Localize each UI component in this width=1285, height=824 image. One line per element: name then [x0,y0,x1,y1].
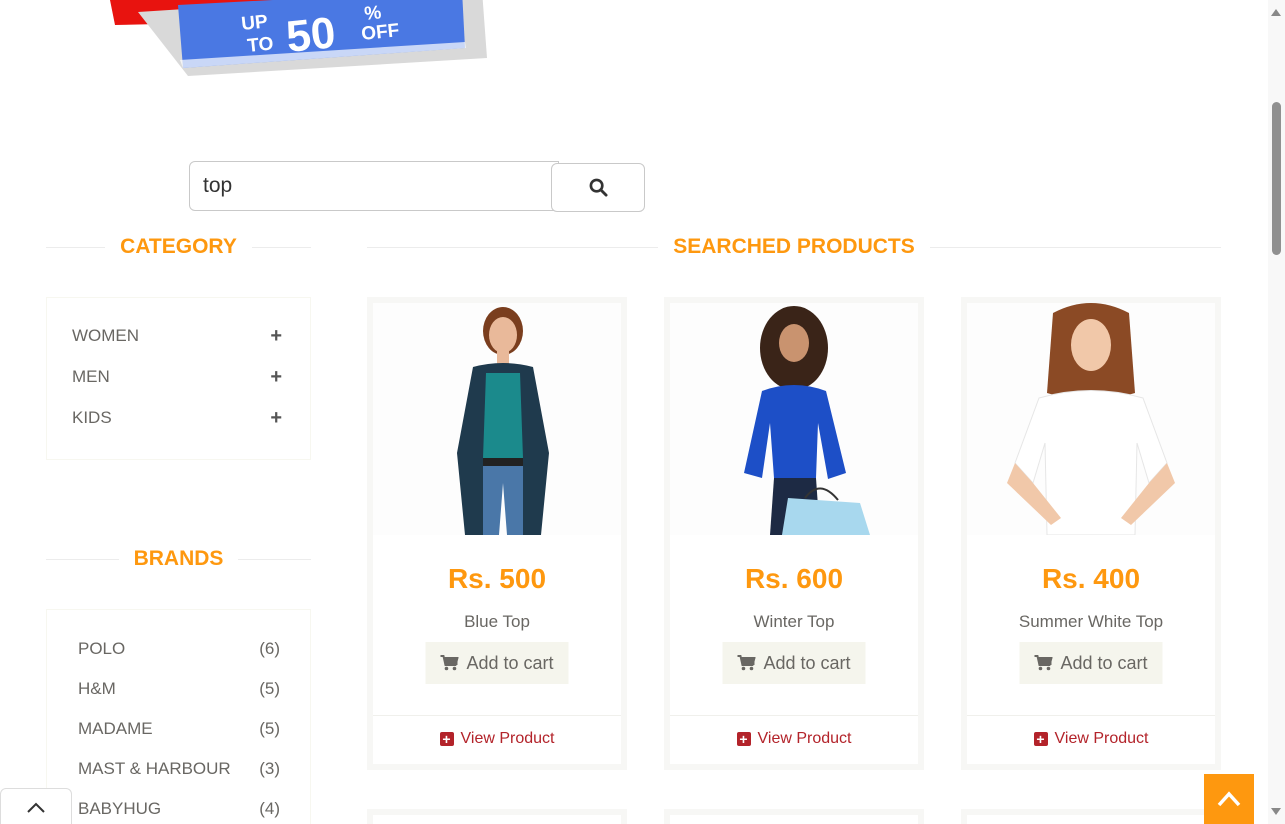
brand-count: (3) [259,759,280,778]
category-item-men[interactable]: MEN + [72,362,282,392]
searched-products-heading: SEARCHED PRODUCTS [658,235,930,259]
product-price: Rs. 400 [1041,563,1141,594]
brand-label: H&M [78,679,116,698]
brand-label: BABYHUG [78,799,162,818]
brand-count: (4) [259,799,280,818]
banner-up-text: UP [240,11,269,35]
collapse-tab[interactable] [0,788,72,824]
product-name: Winter Top [753,612,835,631]
brands-panel: POLO (6) H&M (5) MADAME (5) MAST & HARBO… [46,609,311,824]
searched-products-heading-wrapper: SEARCHED PRODUCTS [367,232,1221,262]
plus-icon[interactable]: + [270,325,282,348]
product-name: Blue Top [464,612,530,631]
add-to-cart-button[interactable]: Add to cart [1019,642,1163,684]
view-product-link[interactable]: + View Product [373,730,621,748]
add-to-cart-button[interactable]: Add to cart [722,642,866,684]
category-label: MEN [72,367,110,386]
brand-count: (5) [259,719,280,738]
search-field-wrapper [189,161,559,211]
add-to-cart-label: Add to cart [763,652,851,673]
view-product-link[interactable]: + View Product [670,730,918,748]
product-card: Rs. 500 Blue Top Add to cart + View Prod… [367,297,627,770]
scroll-thumb[interactable] [1272,102,1281,255]
brand-count: (6) [259,639,280,658]
banner-off-text: OFF [360,20,400,45]
view-product-label: View Product [1054,730,1149,747]
brands-heading: BRANDS [118,547,239,571]
view-product-link[interactable]: + View Product [967,730,1215,748]
brand-count: (5) [259,679,280,698]
search-input[interactable] [190,162,558,210]
add-to-cart-button[interactable]: Add to cart [425,642,569,684]
add-to-cart-label: Add to cart [466,652,554,673]
product-image [373,303,621,535]
sale-banner: UP TO 50 % OFF [110,0,490,85]
product-price: Rs. 500 [447,563,547,594]
category-label: WOMEN [72,326,140,345]
plus-square-icon: + [736,732,751,746]
search-button[interactable] [551,163,645,212]
product-image [967,303,1215,535]
product-card-partial [961,809,1221,824]
card-divider [967,715,1215,716]
brand-item-babyhug[interactable]: BABYHUG (4) [78,795,280,823]
scroll-up-arrow[interactable] [1271,9,1281,16]
scroll-down-arrow[interactable] [1271,808,1281,815]
brand-label: MADAME [78,719,153,738]
cart-icon [737,655,756,671]
product-card: Rs. 400 Summer White Top Add to cart + V… [961,297,1221,770]
brand-item-mast-harbour[interactable]: MAST & HARBOUR (3) [78,755,280,783]
chevron-up-icon [27,802,45,813]
cart-icon [440,655,459,671]
product-card-partial [664,809,924,824]
category-label: KIDS [72,408,112,427]
product-card: Rs. 600 Winter Top Add to cart + View Pr… [664,297,924,770]
banner-big-text: 50 [284,8,338,62]
plus-icon[interactable]: + [270,366,282,389]
brands-heading-wrapper: BRANDS [46,544,311,574]
product-name: Summer White Top [1018,612,1164,631]
brand-label: POLO [78,639,126,658]
product-price: Rs. 600 [744,563,844,594]
cart-icon [1034,655,1053,671]
category-item-kids[interactable]: KIDS + [72,403,282,433]
product-card-partial [367,809,627,824]
card-divider [670,715,918,716]
brand-label: MAST & HARBOUR [78,759,231,778]
chevron-up-icon [1217,791,1241,807]
product-image [670,303,918,535]
brand-item-polo[interactable]: POLO (6) [78,635,280,663]
plus-square-icon: + [439,732,454,746]
brand-item-madame[interactable]: MADAME (5) [78,715,280,743]
banner-to-text: TO [246,33,274,57]
card-divider [373,715,621,716]
plus-square-icon: + [1033,732,1048,746]
add-to-cart-label: Add to cart [1060,652,1148,673]
category-panel: WOMEN + MEN + KIDS + [46,297,311,460]
category-heading-wrapper: CATEGORY [46,232,311,262]
category-heading: CATEGORY [105,235,252,259]
plus-icon[interactable]: + [270,407,282,430]
category-item-women[interactable]: WOMEN + [72,321,282,351]
view-product-label: View Product [757,730,852,747]
search-icon [589,178,608,197]
view-product-label: View Product [460,730,555,747]
scrollbar[interactable] [1268,0,1285,824]
scroll-to-top-button[interactable] [1204,774,1254,824]
brand-item-hm[interactable]: H&M (5) [78,675,280,703]
